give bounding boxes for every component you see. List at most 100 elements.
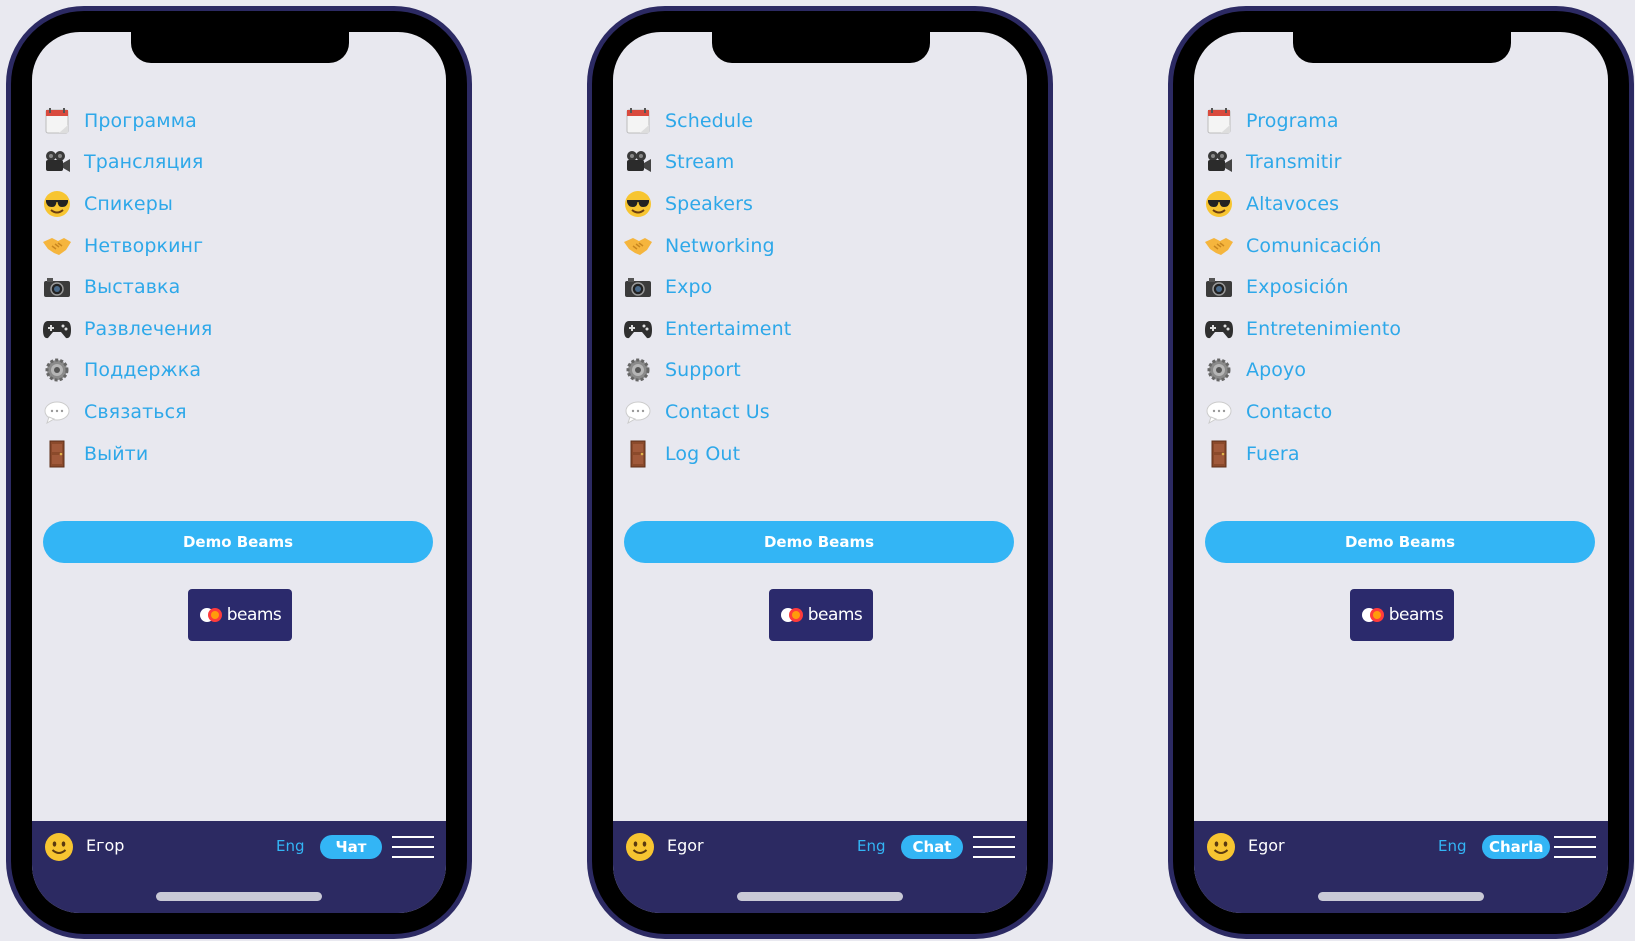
- menu-item-label: Expo: [665, 276, 713, 299]
- main-menu: Программа Трансляция Спикеры Нетворкинг …: [42, 100, 432, 474]
- bottom-bar: Егор Eng Чат: [32, 821, 446, 913]
- menu-item-logout[interactable]: Fuera: [1204, 433, 1594, 475]
- menu-item-support[interactable]: Support: [623, 350, 1013, 392]
- hamburger-menu-icon[interactable]: [973, 834, 1015, 860]
- menu-item-networking[interactable]: Networking: [623, 225, 1013, 267]
- menu-item-schedule[interactable]: Schedule: [623, 100, 1013, 142]
- chat-button[interactable]: Чат: [320, 835, 382, 859]
- menu-item-expo[interactable]: Exposición: [1204, 266, 1594, 308]
- menu-item-label: Networking: [665, 234, 775, 257]
- language-switch[interactable]: Eng: [857, 837, 886, 855]
- camera-icon: [42, 272, 72, 302]
- hamburger-menu-icon[interactable]: [392, 834, 434, 860]
- menu-item-logout[interactable]: Log Out: [623, 433, 1013, 475]
- phone-notch: [712, 32, 930, 63]
- sunglasses-face-icon: [623, 189, 653, 219]
- bottom-bar: Egor Eng Chat: [613, 821, 1027, 913]
- video-camera-icon: [623, 147, 653, 177]
- menu-item-networking[interactable]: Comunicación: [1204, 225, 1594, 267]
- menu-item-speakers[interactable]: Altavoces: [1204, 183, 1594, 225]
- smiley-avatar-icon[interactable]: [44, 832, 74, 862]
- menu-item-stream[interactable]: Трансляция: [42, 142, 432, 184]
- menu-item-schedule[interactable]: Programa: [1204, 100, 1594, 142]
- home-indicator: [156, 892, 322, 901]
- beams-logo-text: beams: [226, 605, 282, 625]
- menu-item-entertainment[interactable]: Развлечения: [42, 308, 432, 350]
- demo-beams-button[interactable]: Demo Beams: [43, 521, 433, 563]
- door-icon: [1204, 439, 1234, 469]
- beams-logo-text: beams: [807, 605, 863, 625]
- chat-button[interactable]: Charla: [1482, 835, 1551, 859]
- calendar-icon: [623, 106, 653, 136]
- menu-item-entertainment[interactable]: Entertaiment: [623, 308, 1013, 350]
- beams-logo[interactable]: beams: [1350, 589, 1454, 641]
- gear-icon: [1204, 355, 1234, 385]
- beams-logo[interactable]: beams: [769, 589, 873, 641]
- menu-item-label: Спикеры: [84, 192, 173, 215]
- menu-item-label: Contacto: [1246, 400, 1333, 423]
- language-switch[interactable]: Eng: [276, 837, 305, 855]
- user-name: Egor: [1248, 836, 1285, 855]
- gear-icon: [42, 355, 72, 385]
- calendar-icon: [1204, 106, 1234, 136]
- menu-item-label: Entretenimiento: [1246, 317, 1402, 340]
- menu-item-logout[interactable]: Выйти: [42, 433, 432, 475]
- menu-item-entertainment[interactable]: Entretenimiento: [1204, 308, 1594, 350]
- handshake-icon: [42, 231, 72, 261]
- menu-item-label: Связаться: [84, 400, 187, 423]
- menu-item-label: Altavoces: [1246, 192, 1340, 215]
- door-icon: [623, 439, 653, 469]
- demo-beams-button[interactable]: Demo Beams: [624, 521, 1014, 563]
- sunglasses-face-icon: [1204, 189, 1234, 219]
- menu-item-stream[interactable]: Transmitir: [1204, 142, 1594, 184]
- menu-item-label: Apoyo: [1246, 359, 1307, 382]
- menu-item-label: Speakers: [665, 192, 753, 215]
- phone-notch: [1293, 32, 1511, 63]
- menu-item-label: Programa: [1246, 109, 1339, 132]
- main-menu: Programa Transmitir Altavoces Comunicaci…: [1204, 100, 1594, 474]
- phone-screen: Programa Transmitir Altavoces Comunicaci…: [1194, 32, 1608, 913]
- sunglasses-face-icon: [42, 189, 72, 219]
- menu-item-support[interactable]: Apoyo: [1204, 350, 1594, 392]
- phones-showcase: Программа Трансляция Спикеры Нетворкинг …: [0, 0, 1635, 941]
- menu-item-speakers[interactable]: Спикеры: [42, 183, 432, 225]
- menu-item-label: Выйти: [84, 442, 149, 465]
- door-icon: [42, 439, 72, 469]
- menu-item-label: Выставка: [84, 276, 181, 299]
- gamepad-icon: [623, 314, 653, 344]
- main-menu: Schedule Stream Speakers Networking Expo…: [623, 100, 1013, 474]
- phone-russian: Программа Трансляция Спикеры Нетворкинг …: [6, 6, 472, 939]
- menu-item-schedule[interactable]: Программа: [42, 100, 432, 142]
- menu-item-stream[interactable]: Stream: [623, 142, 1013, 184]
- beams-logo[interactable]: beams: [188, 589, 292, 641]
- menu-item-speakers[interactable]: Speakers: [623, 183, 1013, 225]
- menu-item-label: Fuera: [1246, 442, 1300, 465]
- menu-item-contact[interactable]: Contacto: [1204, 391, 1594, 433]
- language-switch[interactable]: Eng: [1438, 837, 1467, 855]
- menu-item-networking[interactable]: Нетворкинг: [42, 225, 432, 267]
- gamepad-icon: [1204, 314, 1234, 344]
- menu-item-label: Программа: [84, 109, 197, 132]
- gear-icon: [623, 355, 653, 385]
- beams-logo-mark: [199, 608, 222, 622]
- menu-item-label: Нетворкинг: [84, 234, 204, 257]
- demo-beams-button[interactable]: Demo Beams: [1205, 521, 1595, 563]
- handshake-icon: [623, 231, 653, 261]
- menu-item-label: Поддержка: [84, 359, 202, 382]
- menu-item-label: Entertaiment: [665, 317, 792, 340]
- menu-item-contact[interactable]: Связаться: [42, 391, 432, 433]
- menu-item-expo[interactable]: Expo: [623, 266, 1013, 308]
- hamburger-menu-icon[interactable]: [1554, 834, 1596, 860]
- menu-item-expo[interactable]: Выставка: [42, 266, 432, 308]
- menu-item-support[interactable]: Поддержка: [42, 350, 432, 392]
- chat-button[interactable]: Chat: [901, 835, 963, 859]
- menu-item-label: Stream: [665, 151, 735, 174]
- smiley-avatar-icon[interactable]: [1206, 832, 1236, 862]
- video-camera-icon: [42, 147, 72, 177]
- smiley-avatar-icon[interactable]: [625, 832, 655, 862]
- menu-item-label: Contact Us: [665, 400, 770, 423]
- menu-item-label: Transmitir: [1246, 151, 1342, 174]
- calendar-icon: [42, 106, 72, 136]
- gamepad-icon: [42, 314, 72, 344]
- menu-item-contact[interactable]: Contact Us: [623, 391, 1013, 433]
